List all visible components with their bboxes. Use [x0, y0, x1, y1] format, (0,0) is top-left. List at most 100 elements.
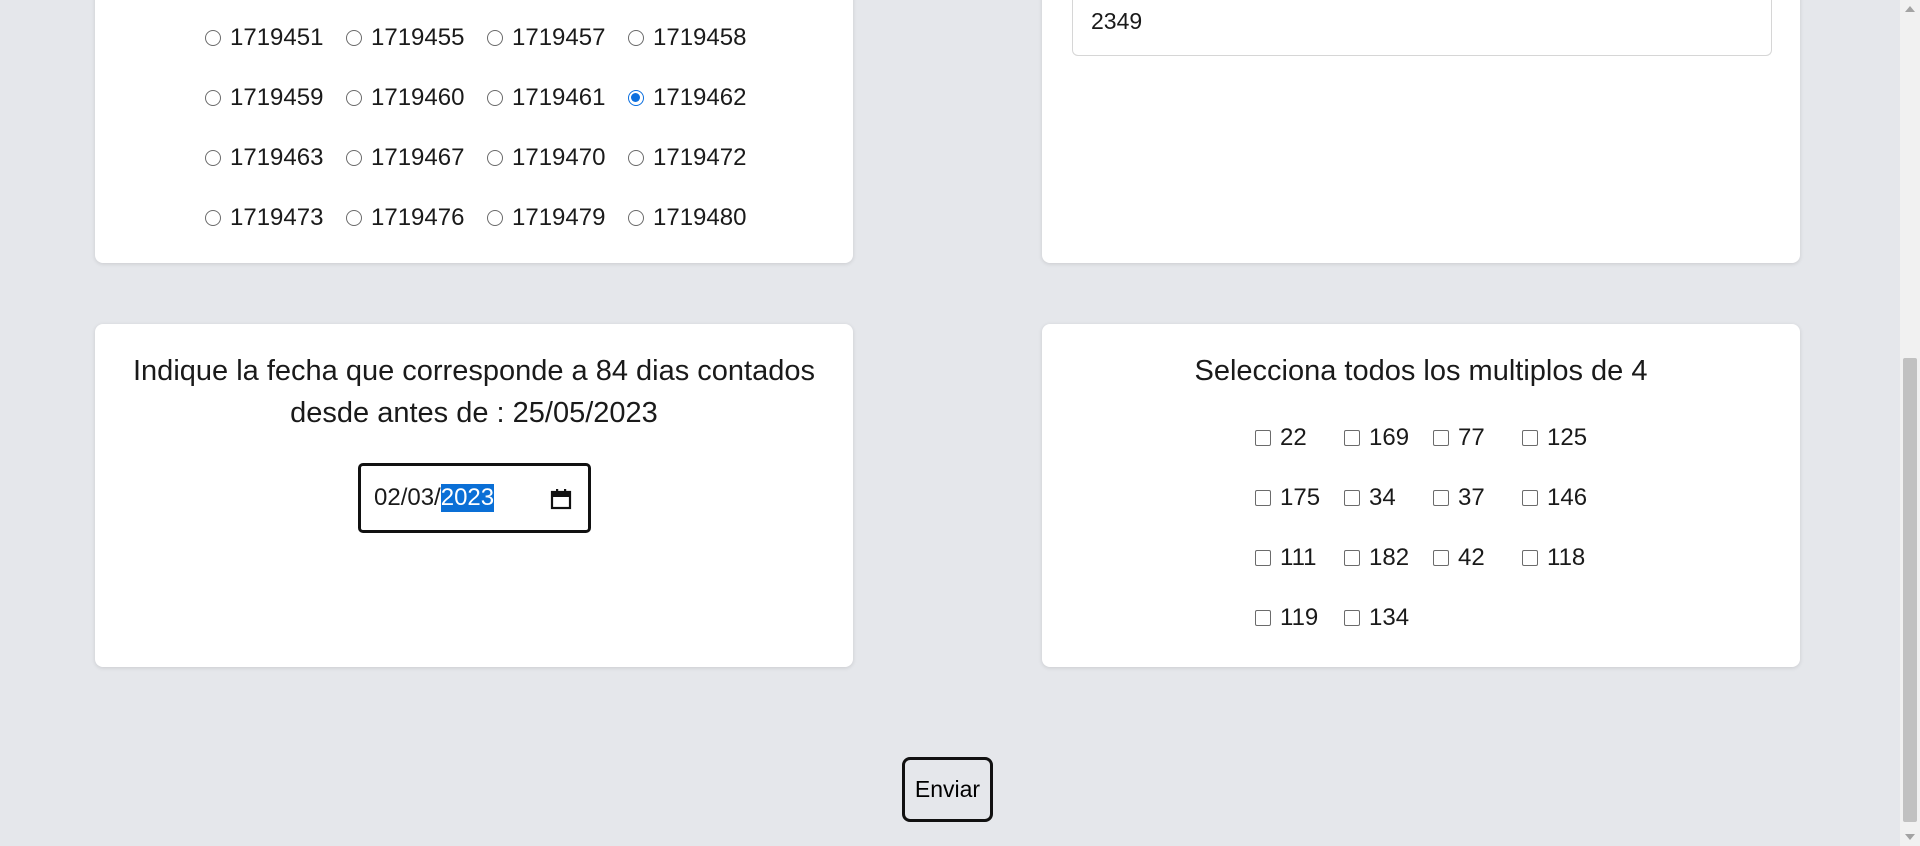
checkbox-label: 182	[1369, 544, 1410, 571]
radio-button[interactable]	[487, 210, 503, 226]
radio-question-card: 1719451 1719455 1719457 1719458 1719459 …	[95, 0, 853, 263]
radio-button-checked[interactable]	[628, 90, 644, 106]
radio-option[interactable]: 1719457	[487, 24, 628, 52]
radio-option[interactable]: 1719479	[487, 204, 628, 232]
radio-label: 1719455	[371, 24, 465, 51]
radio-option[interactable]: 1719473	[205, 204, 346, 232]
checkbox-option[interactable]: 175	[1255, 484, 1344, 512]
radio-option[interactable]: 1719470	[487, 144, 628, 172]
checkbox-row: 119 134	[1255, 604, 1433, 632]
checkbox-option[interactable]: 22	[1255, 424, 1344, 452]
checkbox-label: 37	[1458, 484, 1485, 511]
checkbox[interactable]	[1344, 430, 1360, 446]
checkbox-option[interactable]: 42	[1433, 544, 1522, 572]
date-input[interactable]: 02/03/2023	[358, 463, 591, 533]
radio-option[interactable]: 1719459	[205, 84, 346, 112]
radio-label: 1719458	[653, 24, 747, 51]
radio-option[interactable]: 1719455	[346, 24, 487, 52]
checkbox-label: 77	[1458, 424, 1485, 451]
checkbox-label: 169	[1369, 424, 1410, 451]
checkbox[interactable]	[1522, 550, 1538, 566]
radio-option[interactable]: 1719461	[487, 84, 628, 112]
checkbox[interactable]	[1255, 490, 1271, 506]
checkbox[interactable]	[1255, 610, 1271, 626]
checkbox-option[interactable]: 118	[1522, 544, 1611, 572]
radio-row: 1719463 1719467 1719470 1719472	[205, 144, 769, 172]
radio-label: 1719463	[230, 144, 324, 171]
radio-row: 1719459 1719460 1719461 1719462	[205, 84, 769, 112]
checkbox-option[interactable]: 119	[1255, 604, 1344, 632]
date-prompt-line-2: desde antes de : 25/05/2023	[290, 397, 658, 429]
radio-button[interactable]	[205, 30, 221, 46]
radio-option[interactable]: 1719451	[205, 24, 346, 52]
checkbox[interactable]	[1433, 430, 1449, 446]
checkbox-option[interactable]: 37	[1433, 484, 1522, 512]
checkbox[interactable]	[1255, 550, 1271, 566]
radio-label: 1719473	[230, 204, 324, 231]
calendar-icon[interactable]	[550, 488, 572, 510]
radio-button[interactable]	[487, 90, 503, 106]
checkbox-option[interactable]: 182	[1344, 544, 1433, 572]
radio-option[interactable]: 1719463	[205, 144, 346, 172]
radio-label: 1719461	[512, 84, 606, 111]
answer-text-input[interactable]: 2349	[1072, 0, 1772, 56]
radio-button[interactable]	[628, 150, 644, 166]
radio-label: 1719467	[371, 144, 465, 171]
checkbox-option[interactable]: 125	[1522, 424, 1611, 452]
radio-option[interactable]: 1719460	[346, 84, 487, 112]
radio-button[interactable]	[346, 90, 362, 106]
multiples-question-card: Selecciona todos los multiplos de 4 22 1…	[1042, 324, 1800, 667]
text-question-card: 2349	[1042, 0, 1800, 263]
radio-button[interactable]	[205, 150, 221, 166]
checkbox-option[interactable]: 146	[1522, 484, 1611, 512]
checkbox-option[interactable]: 169	[1344, 424, 1433, 452]
radio-row: 1719451 1719455 1719457 1719458	[205, 24, 769, 52]
checkbox-option[interactable]: 134	[1344, 604, 1433, 632]
checkbox-label: 111	[1280, 544, 1317, 571]
radio-button[interactable]	[628, 210, 644, 226]
checkbox-label: 22	[1280, 424, 1307, 451]
radio-option[interactable]: 1719472	[628, 144, 769, 172]
checkbox[interactable]	[1344, 550, 1360, 566]
scroll-down-arrow-icon[interactable]	[1905, 834, 1915, 840]
scroll-thumb[interactable]	[1903, 358, 1917, 822]
checkbox[interactable]	[1344, 490, 1360, 506]
date-year-selected[interactable]: 2023	[440, 484, 495, 512]
radio-option-selected[interactable]: 1719462	[628, 84, 769, 112]
scroll-up-arrow-icon[interactable]	[1905, 6, 1915, 12]
checkbox-label: 119	[1280, 604, 1319, 631]
radio-button[interactable]	[487, 150, 503, 166]
radio-option[interactable]: 1719458	[628, 24, 769, 52]
answer-text-value: 2349	[1091, 8, 1143, 34]
checkbox[interactable]	[1522, 490, 1538, 506]
radio-button[interactable]	[205, 210, 221, 226]
radio-button[interactable]	[628, 30, 644, 46]
date-prompt-line-1: Indique la fecha que corresponde a 84 di…	[133, 355, 815, 387]
radio-option[interactable]: 1719467	[346, 144, 487, 172]
radio-button[interactable]	[346, 210, 362, 226]
checkbox-row: 22 169 77 125	[1255, 424, 1611, 452]
page-scrollbar[interactable]	[1900, 0, 1920, 846]
radio-label: 1719457	[512, 24, 606, 51]
radio-label: 1719472	[653, 144, 747, 171]
checkbox-option[interactable]: 34	[1344, 484, 1433, 512]
radio-button[interactable]	[487, 30, 503, 46]
radio-option[interactable]: 1719480	[628, 204, 769, 232]
radio-label: 1719479	[512, 204, 606, 231]
checkbox[interactable]	[1255, 430, 1271, 446]
checkbox-option[interactable]: 77	[1433, 424, 1522, 452]
checkbox[interactable]	[1433, 550, 1449, 566]
radio-button[interactable]	[346, 30, 362, 46]
checkbox[interactable]	[1433, 490, 1449, 506]
radio-button[interactable]	[205, 90, 221, 106]
checkbox-label: 42	[1458, 544, 1485, 571]
radio-label: 1719462	[653, 84, 747, 111]
radio-label: 1719460	[371, 84, 465, 111]
radio-label: 1719476	[371, 204, 465, 231]
checkbox[interactable]	[1522, 430, 1538, 446]
submit-button[interactable]: Enviar	[902, 757, 993, 822]
checkbox-option[interactable]: 111	[1255, 544, 1344, 572]
radio-button[interactable]	[346, 150, 362, 166]
checkbox[interactable]	[1344, 610, 1360, 626]
radio-option[interactable]: 1719476	[346, 204, 487, 232]
